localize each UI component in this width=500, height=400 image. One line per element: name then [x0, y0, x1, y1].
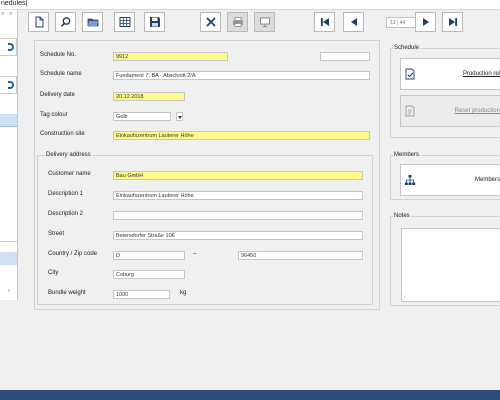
table-icon	[119, 17, 130, 27]
delivery-date-field[interactable]: 20.12.2018	[113, 92, 185, 101]
city-label: City	[48, 270, 59, 276]
hierarchy-icon	[404, 175, 416, 185]
zip-code-field[interactable]: 96450	[238, 251, 363, 260]
tag-colour-label: Tag colour	[40, 112, 68, 118]
production-release-icon	[405, 68, 415, 80]
bundle-weight-label: Bundle weight	[48, 290, 86, 296]
search-button[interactable]	[55, 12, 76, 32]
tag-colour-select[interactable]: Gelb	[113, 112, 171, 121]
print-button[interactable]	[227, 12, 248, 32]
members-panel-title: Members	[393, 152, 421, 158]
street-field[interactable]: Beiersdorfer Straße 106	[113, 231, 363, 240]
skip-last-icon	[448, 18, 457, 26]
description-1-label: Description 1	[48, 191, 84, 197]
description-2-label: Description 2	[48, 211, 84, 217]
left-panel: « » ›	[0, 10, 18, 300]
delivery-address-title: Delivery address	[44, 152, 93, 158]
schedule-panel-title: Schedule	[393, 45, 421, 51]
selected-list-item[interactable]	[0, 114, 17, 127]
left-nav-button-1[interactable]	[0, 38, 17, 56]
city-field[interactable]: Coburg	[113, 270, 185, 279]
description-2-field[interactable]	[113, 211, 363, 220]
first-record-button[interactable]	[314, 12, 335, 32]
skip-first-icon	[320, 18, 329, 26]
tag-colour-dropdown-icon[interactable]	[176, 112, 183, 121]
folder-icon	[87, 18, 98, 27]
previous-record-button[interactable]	[343, 12, 364, 32]
table-view-button[interactable]	[114, 12, 135, 32]
open-folder-button[interactable]	[82, 12, 103, 32]
expand-right-icon[interactable]: »	[9, 11, 12, 17]
new-document-button[interactable]	[28, 12, 49, 32]
preview-button[interactable]	[254, 12, 275, 32]
country-zip-label: Country / Zip code	[48, 251, 98, 257]
status-bar	[0, 390, 500, 400]
selected-list-item-2[interactable]	[0, 252, 17, 265]
tab-handle-icon	[8, 81, 14, 89]
toolbar: 13 | 44	[18, 10, 500, 34]
production-release-label: Production rel	[462, 71, 500, 77]
tab-handle-icon	[8, 43, 14, 51]
save-icon	[149, 17, 160, 27]
schedule-name-field[interactable]: Fundament 7. BA - Abschnitt 2/A	[113, 71, 370, 80]
left-nav-button-2[interactable]	[0, 76, 17, 94]
next-record-button[interactable]	[415, 12, 436, 32]
previous-icon	[350, 18, 357, 26]
description-1-field[interactable]: Einkaufszentrum Lauterer Höhe	[113, 191, 363, 200]
next-icon	[422, 18, 429, 26]
production-release-button[interactable]: Production rel	[400, 58, 500, 90]
last-record-button[interactable]	[442, 12, 463, 32]
street-label: Street	[48, 231, 65, 237]
notes-textarea[interactable]: ‹	[401, 228, 500, 302]
printer-icon	[232, 17, 243, 27]
schedule-no-field[interactable]: 9912	[113, 52, 228, 61]
record-list[interactable]	[0, 127, 17, 242]
notes-scroll-left-icon[interactable]: ‹	[404, 294, 406, 300]
collapse-left-icon[interactable]: «	[1, 11, 4, 17]
construction-site-field[interactable]: Einkaufszentrum Lauterer Höhe	[113, 131, 370, 140]
title-bar: nedules|	[0, 0, 500, 10]
window-title: nedules|	[1, 0, 28, 7]
save-button[interactable]	[144, 12, 165, 32]
delete-button[interactable]	[200, 12, 221, 32]
members-button[interactable]: Members	[400, 164, 500, 196]
members-button-label: Members	[474, 177, 500, 183]
monitor-icon	[259, 17, 270, 27]
new-document-icon	[35, 16, 43, 28]
schedule-name-label: Schedule name	[40, 71, 82, 77]
search-icon	[60, 17, 70, 27]
notes-panel-title: Notes	[393, 213, 411, 219]
reset-production-icon	[405, 105, 415, 117]
bundle-weight-field[interactable]: 1000	[113, 290, 170, 299]
scroll-right-icon[interactable]: ›	[8, 288, 10, 294]
country-zip-separator: –	[193, 251, 197, 257]
country-field[interactable]: D	[113, 251, 185, 260]
delivery-date-label: Delivery date	[40, 92, 76, 98]
customer-name-field[interactable]: Bau GmbH	[113, 171, 363, 180]
customer-name-label: Customer name	[48, 171, 91, 177]
reset-production-label: Reset production	[454, 108, 500, 114]
construction-site-label: Construction site	[40, 131, 85, 137]
bundle-weight-unit: kg	[180, 290, 187, 296]
schedule-no-label: Schedule No.	[40, 52, 77, 58]
reset-production-button[interactable]: Reset production	[400, 95, 500, 127]
close-icon	[205, 17, 216, 27]
schedule-extra-field[interactable]	[320, 52, 370, 61]
